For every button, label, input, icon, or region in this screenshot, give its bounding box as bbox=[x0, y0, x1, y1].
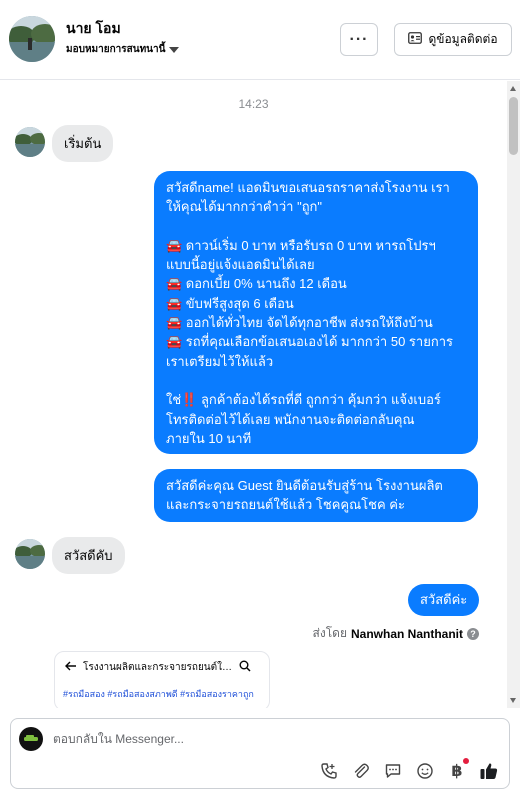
message-line bbox=[166, 371, 466, 390]
sender-name: Nanwhan Nanthanit bbox=[350, 626, 463, 641]
more-options-button[interactable]: ··· bbox=[340, 23, 378, 56]
contact-avatar-small bbox=[15, 127, 45, 157]
message-line: สวัสดีค่ะคุณ Guest ยินดีต้อนรับสู่ร้าน โ… bbox=[166, 478, 443, 493]
message-line bbox=[166, 217, 466, 236]
link-preview-card[interactable]: โรงงานผลิตและกระจายรถยนต์ใช้แล้ว โชคคูณโ… bbox=[54, 651, 270, 708]
outgoing-message: สวัสดีname! แอดมินขอเสนอรถราคาส่งโรงงาน … bbox=[154, 171, 478, 454]
sent-by-label: ส่งโดย Nanwhan Nanthanit ? bbox=[313, 624, 479, 643]
saved-reply-icon[interactable] bbox=[383, 761, 403, 781]
contact-name: นาย โอม bbox=[66, 20, 121, 36]
notification-dot bbox=[463, 758, 469, 764]
message-composer: ฿ bbox=[10, 718, 510, 789]
message-line: ใช่‼️ ลูกค้าต้องได้รถที่ดี ถูกกว่า คุ้มก… bbox=[166, 392, 441, 408]
message-line: และกระจายรถยนต์ใช้แล้ว โชคคูณโชค ค่ะ bbox=[166, 497, 405, 513]
page-avatar bbox=[19, 727, 43, 751]
reply-input[interactable] bbox=[53, 732, 353, 746]
message-line: สวัสดีname! แอดมินขอเสนอรถราคาส่งโรงงาน … bbox=[166, 180, 450, 195]
attachment-icon[interactable] bbox=[351, 761, 371, 781]
like-icon[interactable] bbox=[479, 761, 499, 781]
conversation-header: นาย โอม มอบหมายการสนทนานี้ ··· ดูข้อมูลต… bbox=[0, 0, 520, 80]
chevron-down-icon bbox=[169, 46, 180, 53]
message-thread[interactable]: 14:23 เริ่มต้น สวัสดีname! แอดมินขอเสนอร… bbox=[0, 81, 507, 708]
incoming-message: สวัสดีคับ bbox=[52, 537, 125, 574]
contact-avatar[interactable] bbox=[9, 16, 55, 62]
composer-toolbar: ฿ bbox=[319, 758, 499, 781]
outgoing-message: สวัสดีค่ะ bbox=[408, 584, 480, 616]
contact-card-icon bbox=[408, 32, 423, 47]
assign-conversation-dropdown[interactable]: มอบหมายการสนทนานี้ bbox=[66, 42, 180, 57]
message-line: ให้คุณได้มากกว่าคำว่า "ถูก" bbox=[166, 199, 323, 215]
payment-icon[interactable]: ฿ bbox=[447, 758, 469, 781]
message-line: แบบนี้อยู่แจ้งแอดมินได้เลย bbox=[166, 257, 315, 273]
incoming-message: เริ่มต้น bbox=[52, 125, 114, 162]
preview-hashtags: #รถมือสอง #รถมือสองสภาพดี #รถมือสองราคาถ… bbox=[63, 689, 254, 699]
message-line: ภายใน 10 นาที bbox=[166, 430, 252, 446]
more-icon: ··· bbox=[349, 30, 369, 48]
message-line: โทรติดต่อไว้ได้เลย พนักงานจะติดต่อกลับคุ… bbox=[166, 411, 415, 427]
message-timestamp: 14:23 bbox=[238, 97, 269, 111]
back-arrow-icon bbox=[65, 661, 77, 674]
sent-by-prefix: ส่งโดย bbox=[312, 626, 347, 640]
assign-label: มอบหมายการสนทนานี้ bbox=[66, 44, 166, 55]
search-icon bbox=[239, 660, 251, 675]
view-contact-button[interactable]: ดูข้อมูลติดต่อ bbox=[394, 23, 512, 56]
scroll-up-arrow-icon[interactable] bbox=[510, 86, 516, 91]
message-line: 🚘 ขับฟรีสูงสุด 6 เดือน bbox=[166, 295, 294, 311]
scroll-down-arrow-icon[interactable] bbox=[510, 698, 516, 703]
message-line: 🚘 ดอกเบี้ย 0% นานถึง 12 เดือน bbox=[166, 276, 347, 292]
call-request-icon[interactable] bbox=[319, 761, 339, 781]
message-line: เราเตรียมไว้ให้แล้ว bbox=[166, 353, 274, 369]
preview-header: โรงงานผลิตและกระจายรถยนต์ใช้แล้ว โชคคูณโ… bbox=[55, 652, 269, 675]
view-contact-label: ดูข้อมูลติดต่อ bbox=[428, 32, 498, 46]
emoji-icon[interactable] bbox=[415, 761, 435, 781]
contact-avatar-small bbox=[15, 539, 45, 569]
message-line: 🚘 ออกได้ทั่วไทย จัดได้ทุกอาชีพ ส่งรถให้ถ… bbox=[166, 315, 433, 331]
currency-symbol: ฿ bbox=[451, 763, 463, 780]
message-line: 🚘 ดาวน์เริ่ม 0 บาท หรือรับรถ 0 บาท หารถโ… bbox=[166, 237, 436, 253]
message-line: 🚘 รถที่คุณเลือกข้อเสนอเองได้ มากกว่า 50 … bbox=[166, 334, 453, 350]
info-icon[interactable]: ? bbox=[467, 627, 479, 640]
outgoing-message: สวัสดีค่ะคุณ Guest ยินดีต้อนรับสู่ร้าน โ… bbox=[154, 469, 478, 522]
preview-title: โรงงานผลิตและกระจายรถยนต์ใช้แล้ว โชคคูณโ… bbox=[83, 662, 233, 673]
scroll-thumb[interactable] bbox=[509, 97, 518, 155]
thread-scrollbar[interactable] bbox=[507, 81, 520, 708]
